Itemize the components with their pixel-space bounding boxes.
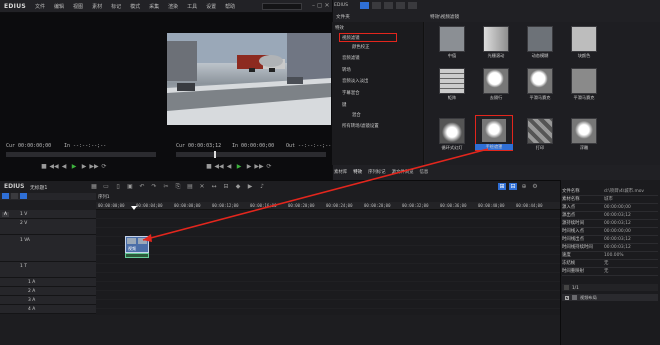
filter-list-item[interactable]: ✓ 视频布局 [562,294,658,301]
info-row: 时间线出点 00:00:03;12 [562,236,658,244]
info-row: 时间线入点 00:00:00;00 [562,228,658,236]
info-row: 时间重映射无 [562,268,658,276]
info-pager: 1/1 [562,284,658,291]
info-row: 源持续时间 00:00:03;12 [562,220,658,228]
info-row: 素材名称 城市 [562,196,658,204]
info-row: 时间线持续时间 00:00:03;12 [562,244,658,252]
info-row: 冻结帧无 [562,260,658,268]
info-row: 速度 100.00% [562,252,658,260]
info-table: 文件名称 d:\项目\4\城市.mov 素材名称 城市 源入点 00:00:00;00… [560,188,660,280]
page-prev-icon[interactable] [564,285,569,290]
info-row: 源出点 00:00:03;12 [562,212,658,220]
checkbox-icon[interactable]: ✓ [565,295,569,300]
page-indicator: 1/1 [572,285,579,290]
filter-icon [572,295,577,300]
info-row: 源入点 00:00:00;00 [562,204,658,212]
filter-label: 视频布局 [580,294,597,300]
info-row: 文件名称 d:\项目\4\城市.mov [562,188,658,196]
